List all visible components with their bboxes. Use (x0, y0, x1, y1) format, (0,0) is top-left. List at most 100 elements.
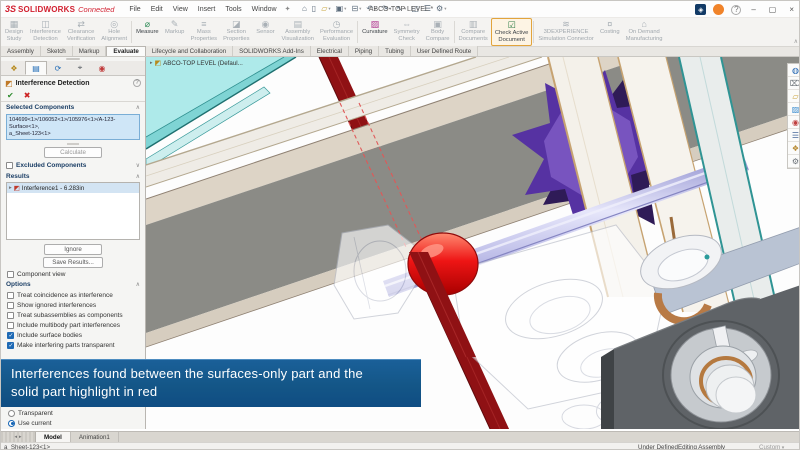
propertymanager-tab[interactable]: ⟳ (47, 61, 69, 75)
option-row[interactable]: Treat subassemblies as components (1, 310, 145, 320)
option-row[interactable]: Make interfering parts transparent (1, 340, 145, 350)
ribbon-button[interactable] (454, 21, 455, 43)
menu-item[interactable]: View (168, 6, 193, 13)
unit-system-selector[interactable]: Custom (759, 444, 784, 450)
ribbon-button[interactable] (533, 21, 534, 43)
menu-item[interactable]: Edit (146, 6, 168, 13)
radio-button[interactable] (8, 410, 15, 417)
user-avatar[interactable] (713, 4, 724, 15)
commandmanager-tab[interactable]: User Defined Route (411, 46, 478, 56)
expand-arrow-icon[interactable]: ▸ (150, 60, 153, 66)
ok-button[interactable]: ✔ (7, 91, 14, 100)
ribbon-button[interactable]: ▥ Compare Documents (456, 18, 491, 46)
display-radio-row[interactable]: Transparent (1, 408, 145, 418)
quick-access-button[interactable]: ◫ (409, 5, 422, 13)
ribbon-button[interactable]: ▣ Body Compare (423, 18, 453, 46)
quick-access-button[interactable]: ▱ (319, 5, 333, 13)
menu-item[interactable]: Window (247, 6, 282, 13)
menu-item[interactable]: Tools (220, 6, 246, 13)
box-resize-handle[interactable] (1, 142, 145, 146)
results-list[interactable]: ▸ ◩ Interference1 - 6.283in (6, 182, 140, 240)
pin-icon[interactable]: ✦ (285, 5, 291, 13)
commandmanager-tab[interactable]: Electrical (311, 46, 349, 56)
section-selected-components[interactable]: Selected Components ∧ (1, 102, 145, 113)
propertymanager-tab[interactable]: ❖ (3, 61, 25, 75)
section-results[interactable]: Results ∧ (1, 171, 145, 182)
context-toolbar-button[interactable]: ▱ (788, 90, 800, 103)
pm-help-icon[interactable]: ? (133, 79, 141, 87)
propertymanager-tab[interactable]: ▤ (25, 61, 47, 75)
scroll-left-icon[interactable]: ◂ (14, 434, 17, 440)
section-options[interactable]: Options ∧ (1, 279, 145, 290)
ribbon-button[interactable]: ▦ Design Study (1, 18, 27, 46)
quick-access-button[interactable]: ▯ (309, 5, 318, 13)
commandmanager-tab[interactable]: Assembly (1, 46, 41, 56)
ribbon-button[interactable]: ⇔ Symmetry Check (391, 18, 423, 46)
ribbon-button[interactable]: ⇄ Clearance Verification (64, 18, 98, 46)
ribbon-button[interactable]: ≡ Mass Properties (188, 18, 220, 46)
panel-drag-handle[interactable] (1, 57, 145, 61)
quick-access-button[interactable]: ☰ (421, 5, 433, 13)
ignore-button[interactable]: Ignore (44, 244, 102, 255)
cancel-button[interactable]: ✖ (24, 91, 31, 100)
flyout-feature-tree[interactable]: ▸ ◩ ABCO-TOP LEVEL (Defaul... (150, 59, 243, 67)
option-row[interactable]: Include multibody part interferences (1, 320, 145, 330)
commandmanager-tab[interactable]: Markup (73, 46, 107, 56)
menu-item[interactable]: File (124, 6, 145, 13)
section-excluded-components[interactable]: Excluded Components ∨ (1, 159, 145, 171)
ribbon-button[interactable] (357, 21, 358, 43)
minimize-button[interactable]: – (748, 5, 758, 14)
display-radio-row[interactable]: Use current (1, 418, 145, 428)
scroll-right-icon[interactable]: ▸ (19, 434, 22, 440)
option-row[interactable]: Treat coincidence as interference (1, 290, 145, 300)
radio-button[interactable] (8, 420, 15, 427)
ribbon-button[interactable]: ▨ Curvature (359, 18, 390, 46)
ribbon-button[interactable]: ⌀ Measure (133, 18, 162, 46)
option-checkbox[interactable] (7, 312, 14, 319)
context-toolbar-button[interactable]: ⚙ (788, 155, 800, 168)
menu-item[interactable]: Insert (193, 6, 221, 13)
option-row[interactable]: Include surface bodies (1, 330, 145, 340)
commandmanager-tab[interactable]: Tubing (379, 46, 411, 56)
context-toolbar-button[interactable]: ☰ (788, 129, 800, 142)
close-button[interactable]: × (786, 5, 797, 14)
result-item[interactable]: ▸ ◩ Interference1 - 6.283in (7, 183, 139, 193)
option-checkbox[interactable] (7, 332, 14, 339)
selected-components-box[interactable]: 104699<1>/106052<1>/105976<1>/A-123-Surf… (6, 114, 140, 140)
propertymanager-tab[interactable]: ◉ (91, 61, 113, 75)
calculate-button[interactable]: Calculate (44, 147, 102, 158)
ribbon-button[interactable]: ◎ Hole Alignment (98, 18, 130, 46)
option-checkbox[interactable] (7, 322, 14, 329)
quick-access-button[interactable]: ⊟ (349, 5, 364, 13)
option-checkbox[interactable] (7, 342, 14, 349)
quick-access-button[interactable]: ↖ (394, 5, 409, 13)
option-checkbox[interactable] (7, 292, 14, 299)
quick-access-button[interactable]: ↷ (379, 5, 394, 13)
ribbon-button[interactable]: ☑ Check Active Document (491, 18, 533, 46)
ribbon-button[interactable]: ⌂ On Demand Manufacturing (623, 18, 666, 46)
component-view-checkbox[interactable] (7, 271, 14, 278)
help-icon[interactable]: ? (731, 5, 741, 15)
context-toolbar-button[interactable]: ◍ (788, 64, 800, 77)
ribbon-button[interactable] (131, 21, 132, 43)
ribbon-button[interactable]: ◉ Sensor (252, 18, 278, 46)
expand-arrow-icon[interactable]: ▸ (9, 185, 12, 191)
bottom-tab[interactable]: Model (35, 432, 71, 442)
option-row[interactable]: Show ignored interferences (1, 300, 145, 310)
excluded-components-checkbox[interactable] (6, 162, 13, 169)
restore-button[interactable]: ▢ (766, 5, 780, 14)
save-results-button[interactable]: Save Results... (43, 257, 103, 268)
context-toolbar-button[interactable]: ◉ (788, 116, 800, 129)
component-view-row[interactable]: Component view (1, 269, 145, 279)
ribbon-button[interactable]: ▤ Assembly Visualization (278, 18, 316, 46)
commandmanager-tab[interactable]: Lifecycle and Collaboration (146, 46, 233, 56)
bottom-tab[interactable]: Animation1 (71, 432, 119, 442)
commandmanager-tab[interactable]: SOLIDWORKS Add-Ins (233, 46, 311, 56)
ribbon-button[interactable]: ≋ 3DEXPERIENCE Simulation Connector (535, 18, 596, 46)
commandmanager-tab[interactable]: Piping (349, 46, 379, 56)
pane-splitter[interactable]: ◂ ▸ (1, 432, 35, 442)
context-toolbar-button[interactable]: ▨ (788, 103, 800, 116)
propertymanager-tab[interactable]: ⌖ (69, 61, 91, 75)
ribbon-button[interactable]: ◪ Section Properties (220, 18, 252, 46)
quick-access-button[interactable]: ⌂ (299, 5, 309, 13)
